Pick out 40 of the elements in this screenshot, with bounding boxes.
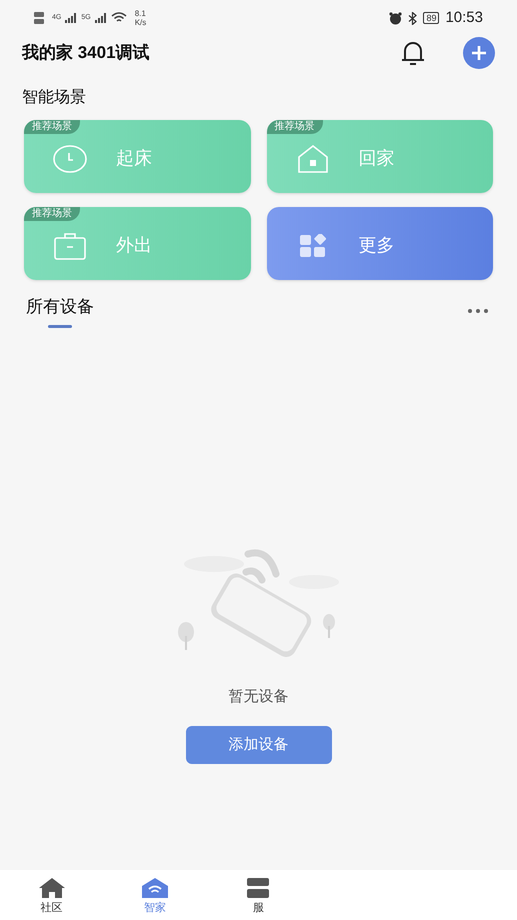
scene-label: 更多 [358,234,394,257]
add-device-button[interactable]: 添加设备 [186,726,332,764]
home-title: 我的家 3401调试 [22,42,150,64]
recommend-badge: 推荐场景 [24,120,80,134]
recommend-badge: 推荐场景 [266,120,322,134]
scene-card[interactable]: 更多 [266,207,493,280]
battery-indicator: 89 [423,12,440,24]
section-title: 所有设备 [26,296,94,318]
signal-icon [65,13,78,23]
scene-label: 起床 [116,147,152,170]
plus-icon [471,45,487,61]
home-wifi-icon [142,878,168,898]
nav-tab[interactable]: 服 [206,878,310,920]
nav-tab[interactable]: 社区 [0,878,104,920]
speed-value: 8.1 [134,9,146,18]
grid-icon [300,234,326,258]
alarm-icon [389,12,402,24]
clock-time: 10:53 [445,8,483,28]
section-title: 智能场景 [22,89,86,106]
more-icon[interactable] [467,308,489,314]
scene-label: 外出 [116,234,152,257]
scene-card[interactable]: 推荐场景 回家 [266,120,493,193]
tab-underline [48,324,72,328]
recommend-badge: 推荐场景 [24,207,80,221]
scene-card[interactable]: 推荐场景 起床 [24,120,250,193]
speed-unit: K/s [134,18,146,27]
scene-label: 回家 [358,147,394,170]
house-icon [296,144,328,172]
bluetooth-icon [408,12,418,24]
clock-icon [53,144,87,174]
bell-icon[interactable] [399,39,427,67]
grid-icon [247,878,270,898]
house-icon [38,878,65,898]
briefcase-icon [54,232,86,260]
wifi-icon [110,12,127,24]
add-button[interactable] [463,37,495,69]
nav-tab[interactable]: 智家 [103,878,207,920]
scene-card[interactable]: 推荐场景 外出 [24,207,250,280]
signal-icon [94,13,107,23]
empty-message: 暂无设备 [228,686,288,706]
